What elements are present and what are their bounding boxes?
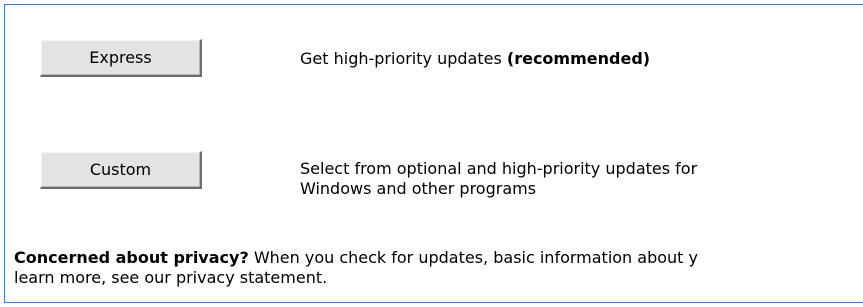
- privacy-line2[interactable]: learn more, see our privacy statement.: [14, 268, 327, 287]
- privacy-heading: Concerned about privacy?: [14, 248, 249, 267]
- recommended-label: (recommended): [506, 49, 651, 68]
- express-description: Get high-priority updates (recommended): [300, 49, 650, 69]
- privacy-line1: When you check for updates, basic inform…: [253, 248, 698, 267]
- express-description-text: Get high-priority updates: [300, 49, 502, 68]
- privacy-notice: Concerned about privacy? When you check …: [14, 248, 863, 288]
- custom-description-line1: Select from optional and high-priority u…: [300, 159, 698, 178]
- custom-button[interactable]: Custom: [40, 151, 202, 189]
- custom-description-line2: Windows and other programs: [300, 179, 537, 198]
- custom-description: Select from optional and high-priority u…: [300, 159, 820, 199]
- express-button[interactable]: Express: [40, 39, 202, 77]
